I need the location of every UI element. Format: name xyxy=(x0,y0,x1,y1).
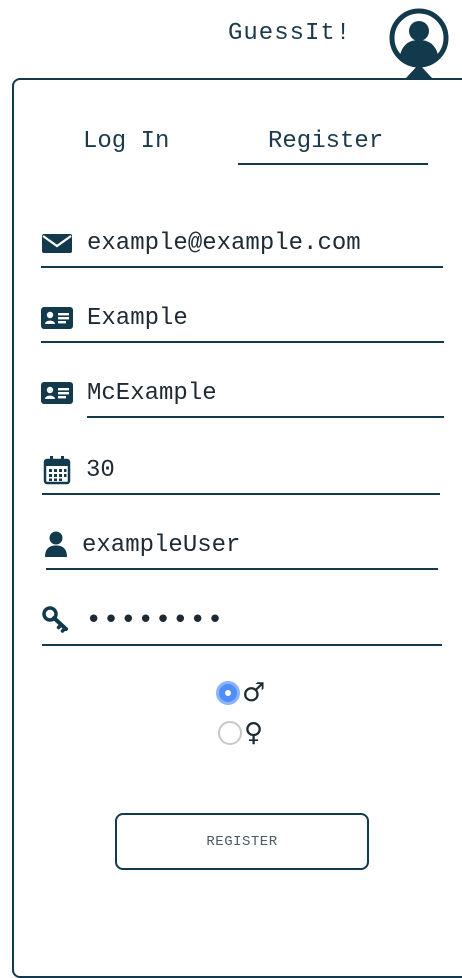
brand-title: GuessIt! xyxy=(228,20,352,47)
id-card-icon xyxy=(41,302,73,334)
last-name-row xyxy=(41,377,444,419)
age-input[interactable] xyxy=(86,454,426,486)
gender-female-option[interactable]: ♀ xyxy=(218,720,263,746)
first-name-row xyxy=(41,302,444,344)
user-icon xyxy=(44,529,76,561)
age-row xyxy=(42,454,440,496)
tab-register[interactable]: Register xyxy=(268,128,383,155)
gender-male-option[interactable]: ♂ xyxy=(216,680,265,706)
id-card-icon xyxy=(41,377,73,409)
last-name-underline xyxy=(87,416,444,418)
username-underline xyxy=(46,568,438,570)
password-row xyxy=(42,603,442,647)
gender-male-radio[interactable] xyxy=(216,681,240,705)
gender-female-radio[interactable] xyxy=(218,721,242,745)
email-row xyxy=(41,227,443,269)
key-icon xyxy=(42,603,74,635)
tab-login[interactable]: Log In xyxy=(83,128,169,155)
register-button[interactable]: REGISTER xyxy=(115,813,369,870)
username-row xyxy=(44,529,438,571)
first-name-input[interactable] xyxy=(87,302,427,334)
first-name-underline xyxy=(41,341,444,343)
user-circle-icon[interactable] xyxy=(389,8,449,68)
last-name-input[interactable] xyxy=(87,377,427,409)
username-input[interactable] xyxy=(82,529,422,561)
dropdown-pointer xyxy=(406,64,432,78)
age-underline xyxy=(42,493,440,495)
active-tab-indicator xyxy=(238,163,428,165)
password-underline xyxy=(42,644,442,646)
app-header: GuessIt! xyxy=(0,0,462,80)
calendar-icon xyxy=(42,454,74,486)
email-input[interactable] xyxy=(87,227,427,259)
female-symbol-icon: ♀ xyxy=(244,718,264,748)
password-input[interactable] xyxy=(86,604,426,636)
male-symbol-icon: ♂ xyxy=(242,678,266,708)
email-underline xyxy=(41,266,443,268)
envelope-icon xyxy=(41,227,73,259)
